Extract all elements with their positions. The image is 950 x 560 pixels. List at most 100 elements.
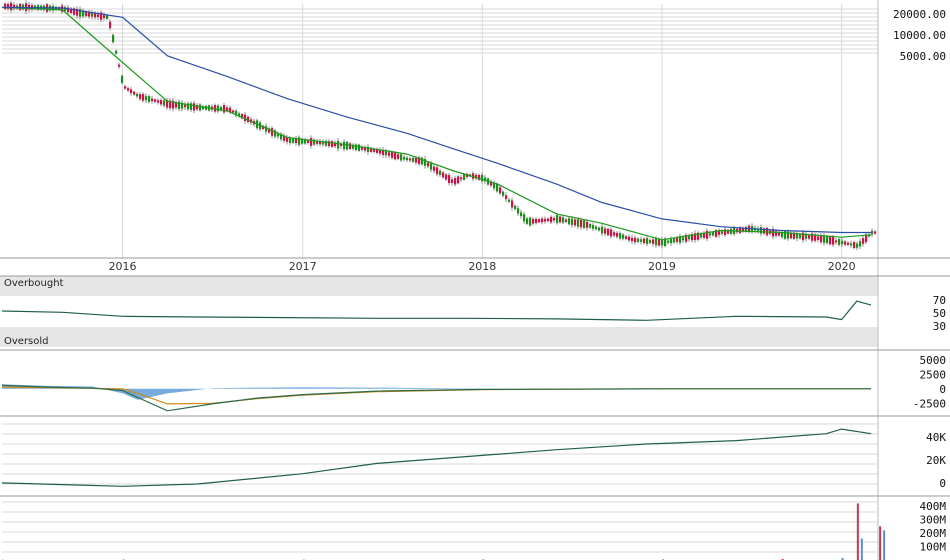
candle-body bbox=[112, 34, 115, 43]
candle-body bbox=[499, 187, 502, 194]
candle-body bbox=[673, 238, 676, 243]
candle-body bbox=[850, 243, 853, 246]
candle-body bbox=[862, 238, 865, 244]
candle-body bbox=[595, 226, 598, 230]
candle-body bbox=[712, 232, 715, 236]
candle-body bbox=[619, 233, 622, 239]
candle-body bbox=[292, 138, 295, 143]
candle-body bbox=[85, 11, 88, 16]
candle-body bbox=[457, 176, 460, 184]
candle-body bbox=[841, 240, 844, 245]
candle-body bbox=[592, 225, 595, 229]
candle-body bbox=[442, 172, 445, 178]
candle-body bbox=[154, 99, 157, 102]
candle-body bbox=[610, 229, 613, 237]
candle-body bbox=[529, 217, 532, 226]
volume-tick-label: 100M bbox=[920, 541, 947, 554]
candle-body bbox=[832, 237, 835, 245]
candle-body bbox=[586, 221, 589, 228]
candle-body bbox=[553, 218, 556, 221]
candle-body bbox=[853, 242, 856, 249]
candle-body bbox=[232, 110, 235, 113]
volume-tick-label: 200M bbox=[920, 527, 947, 540]
candle-body bbox=[445, 174, 448, 180]
candle-body bbox=[823, 235, 826, 243]
candle-body bbox=[721, 231, 724, 234]
candle-body bbox=[520, 212, 523, 217]
candle-body bbox=[139, 94, 142, 100]
candle-body bbox=[646, 238, 649, 245]
candle-body bbox=[670, 239, 673, 244]
candle-body bbox=[10, 2, 13, 11]
candle-body bbox=[505, 195, 508, 200]
candle-body bbox=[226, 107, 229, 111]
candle-body bbox=[631, 237, 634, 242]
candle-body bbox=[847, 242, 850, 245]
candle-body bbox=[634, 237, 637, 243]
candle-body bbox=[115, 50, 118, 54]
candle-body bbox=[271, 128, 274, 136]
candle-body bbox=[397, 154, 400, 159]
candle-body bbox=[430, 163, 433, 170]
candle-body bbox=[589, 224, 592, 228]
candle-body bbox=[217, 105, 220, 112]
candle-body bbox=[688, 236, 691, 240]
candle-body bbox=[130, 89, 133, 94]
candle-body bbox=[91, 12, 94, 17]
volume-bar bbox=[860, 538, 863, 560]
candle-body bbox=[601, 226, 604, 234]
candle-body bbox=[844, 241, 847, 245]
candle-body bbox=[820, 235, 823, 243]
candle-body bbox=[148, 96, 151, 102]
candle-body bbox=[157, 100, 160, 103]
candle-body bbox=[307, 140, 310, 143]
candle-body bbox=[511, 200, 514, 208]
candle-body bbox=[817, 236, 820, 240]
rsi-tick-label: 50 bbox=[933, 307, 946, 320]
candle-body bbox=[295, 138, 298, 144]
candle-body bbox=[193, 103, 196, 111]
candle-body bbox=[331, 141, 334, 147]
candle-body bbox=[310, 137, 313, 146]
candle-body bbox=[760, 227, 763, 234]
x-tick-label: 2018 bbox=[468, 260, 496, 273]
candle-body bbox=[544, 218, 547, 222]
candle-body bbox=[415, 157, 418, 163]
candle-body bbox=[514, 205, 517, 210]
macd-tick-label: -2500 bbox=[913, 397, 946, 410]
candle-body bbox=[535, 218, 538, 224]
obv-tick-label: 40K bbox=[926, 431, 946, 444]
candle-body bbox=[496, 184, 499, 192]
rsi-tick-label: 70 bbox=[933, 294, 946, 307]
candle-body bbox=[682, 237, 685, 241]
candle-body bbox=[403, 156, 406, 160]
obv-tick-label: 20K bbox=[926, 454, 946, 467]
candle-body bbox=[556, 215, 559, 223]
candle-body bbox=[538, 219, 541, 223]
x-tick-label: 2016 bbox=[109, 260, 137, 273]
candle-body bbox=[574, 219, 577, 226]
candle-body bbox=[451, 179, 454, 183]
overbought-band bbox=[0, 276, 878, 296]
candle-body bbox=[199, 104, 202, 111]
candle-body bbox=[346, 142, 349, 150]
candle-body bbox=[142, 94, 145, 101]
volume-bar bbox=[883, 530, 886, 560]
macd-tick-label: 5000 bbox=[920, 354, 947, 367]
candle-body bbox=[652, 239, 655, 244]
candle-body bbox=[598, 227, 601, 231]
candle-body bbox=[613, 232, 616, 236]
candle-body bbox=[388, 152, 391, 156]
candle-body bbox=[562, 217, 565, 223]
candle-body bbox=[391, 152, 394, 158]
x-tick-label: 2020 bbox=[828, 260, 856, 273]
price-tick-label: 20000.00 bbox=[893, 8, 946, 21]
candle-body bbox=[637, 238, 640, 242]
candle-body bbox=[349, 143, 352, 150]
candle-body bbox=[643, 238, 646, 244]
candle-body bbox=[460, 177, 463, 180]
candle-body bbox=[454, 178, 457, 185]
candle-body bbox=[400, 154, 403, 161]
oversold-band bbox=[0, 327, 878, 347]
volume-bar bbox=[856, 503, 859, 560]
